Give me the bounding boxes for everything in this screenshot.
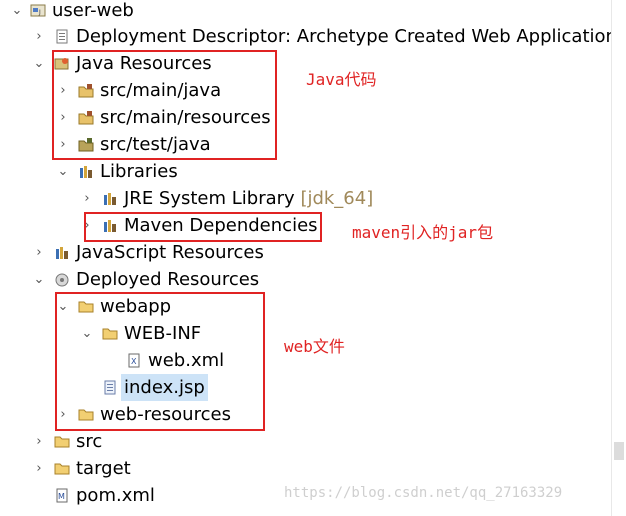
java-code-highlight-box <box>52 50 277 160</box>
tree-item-target[interactable]: › target <box>0 455 200 482</box>
tree-item-deployed-resources[interactable]: ⌄ Deployed Resources <box>0 266 300 293</box>
library-icon <box>104 193 116 205</box>
expand-arrow-icon[interactable]: › <box>32 428 46 455</box>
jre-version-decoration: [jdk_64] <box>300 188 374 209</box>
watermark: https://blog.csdn.net/qq_27163329 <box>284 485 563 501</box>
library-icon <box>80 166 92 178</box>
maven-pom-icon: M <box>56 488 68 503</box>
tree-label: JRE System Library <box>124 188 295 209</box>
expand-arrow-icon[interactable]: › <box>80 185 94 212</box>
folder-icon <box>54 463 70 475</box>
collapse-arrow-icon[interactable]: ⌄ <box>10 0 24 24</box>
maven-jars-highlight-box <box>84 212 322 242</box>
annotation-maven-jars: maven引入的jar包 <box>352 223 494 242</box>
svg-text:J: J <box>38 9 41 16</box>
tree-item-src[interactable]: › src <box>0 428 200 455</box>
expand-arrow-icon[interactable]: › <box>32 455 46 482</box>
annotation-web-files: web文件 <box>284 337 345 356</box>
web-project-icon: J <box>30 4 46 17</box>
annotation-java-code: Java代码 <box>306 70 377 89</box>
tree-label: src <box>76 431 103 452</box>
tree-label: JavaScript Resources <box>76 242 264 263</box>
tree-item-javascript-resources[interactable]: › JavaScript Resources <box>0 239 300 266</box>
vertical-scrollbar[interactable] <box>611 0 626 516</box>
svg-text:M: M <box>58 492 65 501</box>
collapse-arrow-icon[interactable]: ⌄ <box>32 266 46 293</box>
deployment-descriptor-icon <box>56 29 68 44</box>
tree-label: target <box>76 458 131 479</box>
collapse-arrow-icon[interactable]: ⌄ <box>32 50 46 77</box>
expand-arrow-icon[interactable]: › <box>32 23 46 50</box>
tree-label: user-web <box>52 0 134 21</box>
tree-label: Deployed Resources <box>76 269 260 290</box>
tree-item-user-web[interactable]: ⌄ J user-web <box>0 0 560 24</box>
tree-item-libraries[interactable]: ⌄ Libraries <box>0 158 280 185</box>
tree-item-pom-xml[interactable]: M pom.xml <box>0 482 200 509</box>
tree-label: Deployment Descriptor: Archetype Created… <box>76 26 617 47</box>
scrollbar-thumb[interactable] <box>614 442 624 460</box>
deployed-resources-icon <box>55 273 69 287</box>
web-files-highlight-box <box>55 292 265 431</box>
tree-item-jre-system-library[interactable]: › JRE System Library [jdk_64] <box>0 185 380 212</box>
tree-item-deployment-descriptor[interactable]: › Deployment Descriptor: Archetype Creat… <box>0 23 617 50</box>
tree-label: pom.xml <box>76 485 155 506</box>
collapse-arrow-icon[interactable]: ⌄ <box>56 158 70 185</box>
library-icon <box>56 247 68 259</box>
tree-label-group: JRE System Library [jdk_64] <box>124 185 373 212</box>
tree-label: Libraries <box>100 161 178 182</box>
expand-arrow-icon[interactable]: › <box>32 239 46 266</box>
folder-icon <box>54 436 70 448</box>
